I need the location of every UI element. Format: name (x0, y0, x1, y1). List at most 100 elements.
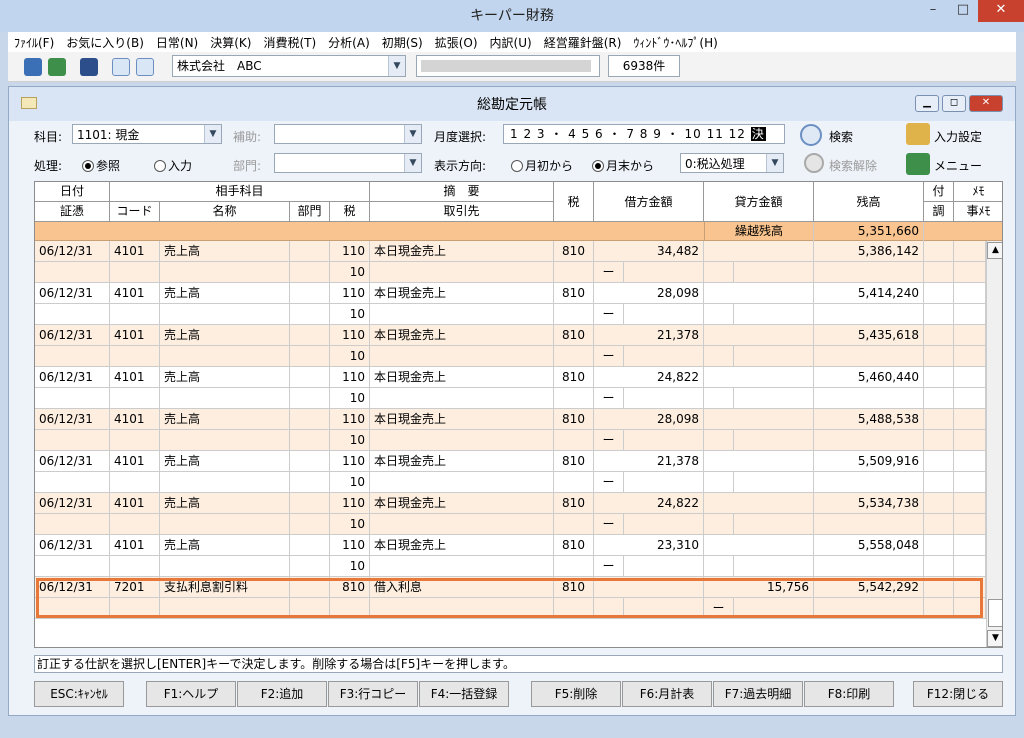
cell-sub-c3[interactable] (160, 346, 290, 367)
cell-sub-c6[interactable] (370, 304, 554, 325)
cell-attach[interactable] (924, 409, 954, 430)
f4-bulk-register-button[interactable]: F4:一括登録 (419, 681, 509, 707)
cell-credit[interactable] (704, 535, 814, 556)
scroll-up-icon[interactable]: ▲ (987, 242, 1002, 259)
cell-dept[interactable] (290, 535, 330, 556)
cell-credit[interactable] (704, 451, 814, 472)
f12-close-button[interactable]: F12:閉じる (913, 681, 1003, 707)
cell-code[interactable]: 4101 (110, 241, 160, 262)
cell-sub-c4[interactable] (290, 262, 330, 283)
search-clear-button[interactable]: 検索解除 (829, 157, 877, 174)
row-line-sub[interactable]: 10 ー (35, 262, 986, 283)
cell-dept[interactable] (290, 367, 330, 388)
cell-attach[interactable] (924, 241, 954, 262)
radio-view-dot[interactable] (82, 160, 94, 172)
table-row[interactable]: 06/12/31 4101 売上高 110 本日現金売上 810 21,378 5,435,6… (35, 325, 986, 367)
cell-dept[interactable] (290, 493, 330, 514)
company-select[interactable]: 株式会社 ABC ▼ (172, 55, 406, 77)
cell-debit[interactable]: 23,310 (594, 535, 704, 556)
radio-start-dot[interactable] (511, 160, 523, 172)
scroll-down-icon[interactable]: ▼ (987, 630, 1002, 647)
cell-date[interactable]: 06/12/31 (35, 325, 110, 346)
cell-sub-c6[interactable] (370, 514, 554, 535)
scroll-thumb[interactable] (988, 599, 1002, 627)
cell-debit[interactable]: 24,822 (594, 493, 704, 514)
cell-sub-c12[interactable] (954, 472, 986, 493)
ledger-minimize-icon[interactable]: ▁ (915, 95, 939, 112)
cell-date[interactable]: 06/12/31 (35, 493, 110, 514)
cell-sub-cr2[interactable] (734, 430, 814, 451)
cell-memo[interactable] (954, 325, 986, 346)
cell-sub-c7[interactable] (554, 388, 594, 409)
puzzle-icon[interactable] (906, 153, 930, 175)
row-line-main[interactable]: 06/12/31 4101 売上高 110 本日現金売上 810 34,482 5,386,1… (35, 241, 986, 262)
wrench-icon[interactable] (906, 123, 930, 145)
minimize-icon[interactable]: – (918, 0, 948, 22)
cell-code[interactable]: 4101 (110, 493, 160, 514)
menu-analysis[interactable]: 分析(A) (322, 34, 376, 51)
cell-name[interactable]: 売上高 (160, 493, 290, 514)
f5-delete-button[interactable]: F5:削除 (531, 681, 621, 707)
cell-sub-d1[interactable]: ー (594, 514, 624, 535)
cell-tax[interactable]: 110 (330, 451, 370, 472)
cell-sub-c4[interactable] (290, 514, 330, 535)
cell-dept[interactable] (290, 325, 330, 346)
cell-sub-d2[interactable] (624, 262, 704, 283)
cell-sub-cr1[interactable] (704, 556, 734, 577)
cell-code[interactable]: 4101 (110, 409, 160, 430)
cell-sub-c10[interactable] (814, 346, 924, 367)
cell-sub-c2[interactable] (110, 304, 160, 325)
menu-breakdown[interactable]: 内訳(U) (484, 34, 538, 51)
cell-date[interactable]: 06/12/31 (35, 367, 110, 388)
cell-sub-c4[interactable] (290, 430, 330, 451)
cell-sub-c7[interactable] (554, 514, 594, 535)
f1-help-button[interactable]: F1:ヘルプ (146, 681, 236, 707)
cell-sub-c6[interactable] (370, 388, 554, 409)
cell-sub-c11[interactable] (924, 430, 954, 451)
search-button[interactable]: 検索 (829, 128, 853, 145)
radio-end-dot[interactable] (592, 160, 604, 172)
row-line-main[interactable]: 06/12/31 4101 売上高 110 本日現金売上 810 24,822 5,534,7… (35, 493, 986, 514)
f6-monthly-table-button[interactable]: F6:月計表 (622, 681, 712, 707)
cell-balance[interactable]: 5,414,240 (814, 283, 924, 304)
cell-debit[interactable]: 24,822 (594, 367, 704, 388)
f8-print-button[interactable]: F8:印刷 (804, 681, 894, 707)
cell-date[interactable]: 06/12/31 (35, 451, 110, 472)
ledger-close-icon[interactable]: ✕ (969, 95, 1003, 112)
search-icon[interactable] (800, 124, 822, 146)
cell-sub-c4[interactable] (290, 304, 330, 325)
cell-sub-c10[interactable] (814, 514, 924, 535)
row-line-sub[interactable]: 10 ー (35, 514, 986, 535)
cell-sub-d1[interactable]: ー (594, 304, 624, 325)
cell-sub-c3[interactable] (160, 472, 290, 493)
menu-extension[interactable]: 拡張(O) (429, 34, 484, 51)
monitor-icon[interactable] (24, 58, 42, 76)
cell-name[interactable]: 売上高 (160, 325, 290, 346)
menu-file[interactable]: ﾌｧｲﾙ(F) (8, 34, 60, 51)
cell-sub-tax_sub[interactable]: 10 (330, 430, 370, 451)
cell-dept[interactable] (290, 451, 330, 472)
cell-balance[interactable]: 5,435,618 (814, 325, 924, 346)
table-row[interactable]: 06/12/31 4101 売上高 110 本日現金売上 810 28,098 5,414,2… (35, 283, 986, 325)
cell-sub-voucher[interactable] (35, 556, 110, 577)
cell-sub-tax_sub[interactable]: 10 (330, 262, 370, 283)
cell-sub-c7[interactable] (554, 304, 594, 325)
cell-sub-c4[interactable] (290, 388, 330, 409)
cell-date[interactable]: 06/12/31 (35, 535, 110, 556)
cell-credit[interactable] (704, 367, 814, 388)
cell-debit[interactable]: 28,098 (594, 409, 704, 430)
table-row[interactable]: 06/12/31 4101 売上高 110 本日現金売上 810 21,378 5,509,9… (35, 451, 986, 493)
cell-credit[interactable] (704, 493, 814, 514)
cell-sub-c12[interactable] (954, 514, 986, 535)
cell-sub-voucher[interactable] (35, 346, 110, 367)
row-line-main[interactable]: 06/12/31 4101 売上高 110 本日現金売上 810 28,098 5,488,5… (35, 409, 986, 430)
cell-name[interactable]: 売上高 (160, 241, 290, 262)
cell-tax2[interactable]: 810 (554, 451, 594, 472)
cell-debit[interactable]: 28,098 (594, 283, 704, 304)
f7-history-button[interactable]: F7:過去明細 (713, 681, 803, 707)
cell-sub-c7[interactable] (554, 262, 594, 283)
cell-tax[interactable]: 110 (330, 241, 370, 262)
cell-sub-c10[interactable] (814, 388, 924, 409)
cell-tax[interactable]: 110 (330, 367, 370, 388)
bumon-chevron-icon[interactable]: ▼ (404, 154, 421, 172)
